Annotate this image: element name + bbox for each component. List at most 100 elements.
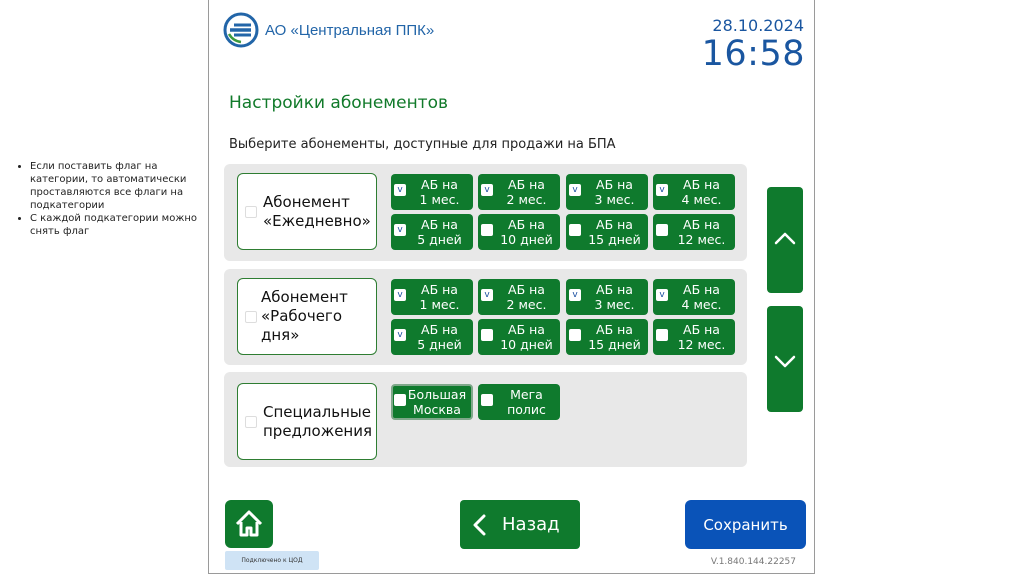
option-label: АБ на	[508, 322, 545, 337]
option-checkbox[interactable]	[481, 224, 493, 236]
category-checkbox[interactable]	[245, 415, 257, 428]
option-checkbox[interactable]: v	[481, 289, 493, 301]
scroll-up-button[interactable]	[767, 187, 803, 293]
save-button-label: Сохранить	[703, 515, 788, 534]
back-button[interactable]: Назад	[460, 500, 580, 549]
option-label: 10 дней	[500, 232, 553, 247]
home-button[interactable]	[225, 500, 273, 548]
option-label: АБ на	[596, 322, 633, 337]
option-chip[interactable]: АБ на 10 дней	[478, 319, 560, 355]
option-chip[interactable]: v АБ на 5 дней	[391, 319, 473, 355]
option-chip[interactable]: АБ на 15 дней	[566, 214, 648, 250]
option-checkbox[interactable]: v	[394, 224, 406, 236]
option-checkbox[interactable]: v	[481, 184, 493, 196]
option-label: АБ на	[683, 177, 720, 192]
option-chip[interactable]: v АБ на 3 мес.	[566, 174, 648, 210]
option-checkbox[interactable]	[656, 224, 668, 236]
chevron-up-icon	[774, 232, 796, 245]
option-label: АБ на	[508, 177, 545, 192]
option-label: АБ на	[683, 217, 720, 232]
category-panel-daily: Абонемент «Ежедневно» v АБ на 1 мес. v АБ н…	[224, 164, 747, 261]
option-label: 12 мес.	[677, 337, 726, 352]
option-checkbox[interactable]: v	[656, 289, 668, 301]
category-label: дня»	[261, 326, 300, 344]
category-panel-workday: Абонемент «Рабочего дня» v АБ на 1 мес. vА…	[224, 269, 747, 365]
category-label: Специальные	[263, 402, 371, 421]
option-checkbox[interactable]	[481, 329, 493, 341]
option-checkbox[interactable]	[569, 224, 581, 236]
home-icon	[235, 510, 263, 537]
option-chip[interactable]: v АБ на 1 мес.	[391, 174, 473, 210]
category-special[interactable]: Специальные предложения	[237, 383, 377, 460]
option-label: АБ на	[683, 322, 720, 337]
option-label: Москва	[413, 402, 461, 417]
category-label: Абонемент	[263, 192, 350, 211]
option-label: 2 мес.	[506, 192, 547, 207]
company-logo-icon	[223, 12, 259, 48]
option-label: АБ на	[596, 282, 633, 297]
category-label: Абонемент	[261, 288, 348, 306]
option-label: полис	[507, 402, 546, 417]
option-label: 1 мес.	[419, 192, 460, 207]
option-chip[interactable]: v АБ на 5 дней	[391, 214, 473, 250]
option-chip[interactable]: АБ на 12 мес.	[653, 214, 735, 250]
category-checkbox[interactable]	[245, 310, 257, 323]
option-chip[interactable]: v АБ на 3 мес.	[566, 279, 648, 315]
option-chip[interactable]: v АБ на 2 мес.	[478, 279, 560, 315]
scroll-down-button[interactable]	[767, 306, 803, 412]
category-workday[interactable]: Абонемент «Рабочего дня»	[237, 278, 377, 355]
option-label: 4 мес.	[681, 297, 722, 312]
option-label: 12 мес.	[677, 232, 726, 247]
option-chip[interactable]: v АБ на 2 мес.	[478, 174, 560, 210]
option-label: 5 дней	[417, 337, 462, 352]
connection-status: Подключено к ЦОД	[225, 551, 319, 570]
option-chip[interactable]: v АБ на 1 мес.	[391, 279, 473, 315]
option-checkbox[interactable]: v	[656, 184, 668, 196]
category-panel-special: Специальные предложения Большая Москва Ме…	[224, 372, 747, 467]
back-button-label: Назад	[502, 514, 560, 535]
option-label: 3 мес.	[594, 297, 635, 312]
option-label: Мега	[510, 387, 543, 402]
option-label: 15 дней	[588, 337, 641, 352]
page-title: Настройки абонементов	[229, 93, 449, 113]
option-label: АБ на	[421, 282, 458, 297]
option-label: АБ на	[421, 217, 458, 232]
option-label: АБ на	[508, 282, 545, 297]
option-chip[interactable]: v АБ на 4 мес.	[653, 279, 735, 315]
category-label: «Рабочего	[261, 307, 342, 325]
option-chip[interactable]: Мега полис	[478, 384, 560, 420]
option-checkbox[interactable]: v	[394, 289, 406, 301]
category-checkbox[interactable]	[245, 205, 257, 218]
option-checkbox[interactable]: v	[569, 184, 581, 196]
option-chip[interactable]: АБ на 15 дней	[566, 319, 648, 355]
option-checkbox[interactable]: v	[394, 329, 406, 341]
option-label: АБ на	[683, 282, 720, 297]
option-label: АБ на	[596, 177, 633, 192]
option-checkbox[interactable]	[656, 329, 668, 341]
option-label: 15 дней	[588, 232, 641, 247]
option-label: 4 мес.	[681, 192, 722, 207]
option-label: АБ на	[596, 217, 633, 232]
option-checkbox[interactable]	[481, 394, 493, 406]
option-label: 3 мес.	[594, 192, 635, 207]
option-label: Большая	[407, 387, 467, 402]
note-item: Если поставить флаг на категории, то авт…	[30, 160, 203, 212]
option-chip[interactable]: Большая Москва	[391, 384, 473, 420]
option-chip[interactable]: АБ на 12 мес.	[653, 319, 735, 355]
category-daily[interactable]: Абонемент «Ежедневно»	[237, 173, 377, 250]
app-version: V.1.840.144.22257	[710, 557, 796, 567]
option-checkbox[interactable]	[569, 329, 581, 341]
option-label: 5 дней	[417, 232, 462, 247]
option-chip[interactable]: v АБ на 4 мес.	[653, 174, 735, 210]
option-chip[interactable]: АБ на 10 дней	[478, 214, 560, 250]
note-item: С каждой подкатегории можно снять флаг	[30, 212, 203, 238]
option-checkbox[interactable]: v	[569, 289, 581, 301]
company-logo: АО «Центральная ППК»	[223, 12, 434, 48]
chevron-down-icon	[774, 355, 796, 368]
notes-panel: Если поставить флаг на категории, то авт…	[18, 160, 203, 238]
save-button[interactable]: Сохранить	[685, 500, 806, 549]
option-label: 10 дней	[500, 337, 553, 352]
company-name: АО «Центральная ППК»	[265, 21, 435, 39]
category-label: предложения	[263, 421, 373, 440]
option-checkbox[interactable]: v	[394, 184, 406, 196]
